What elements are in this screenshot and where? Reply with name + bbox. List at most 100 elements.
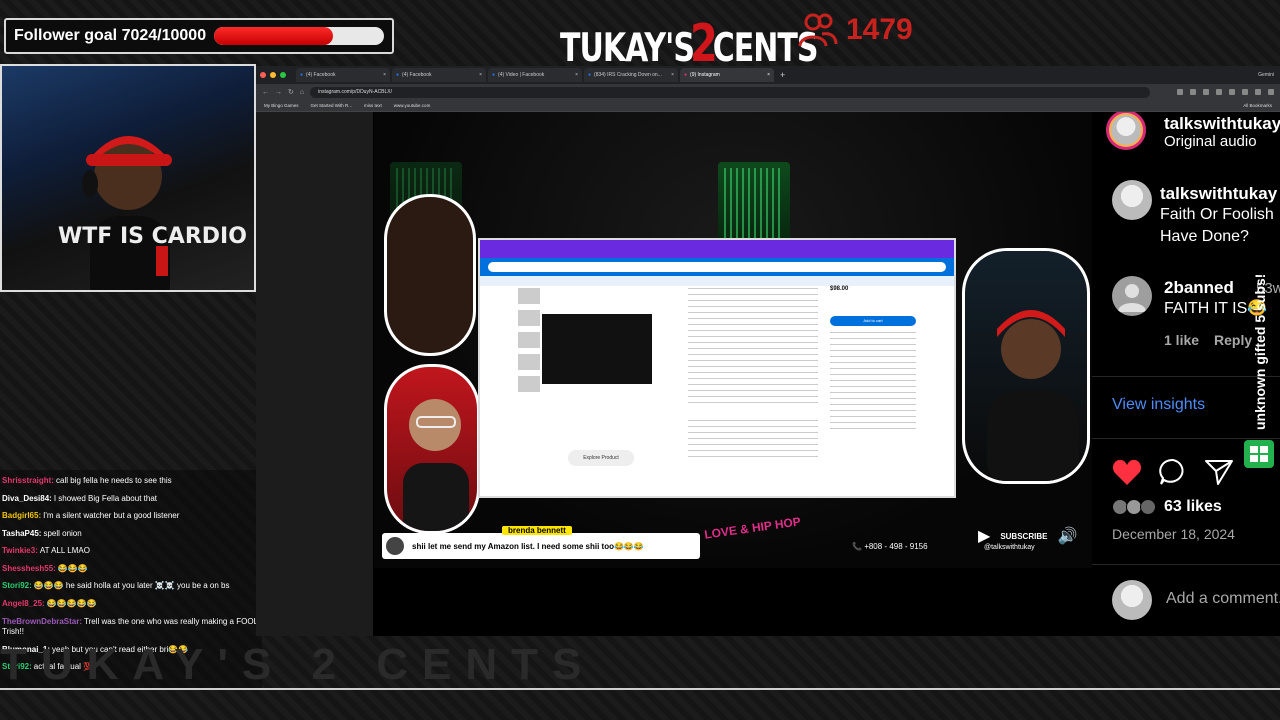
reel-player[interactable]: Explore Product $98.00 Add to cart brend…: [374, 112, 1092, 636]
reel-video[interactable]: Explore Product $98.00 Add to cart brend…: [374, 112, 1092, 568]
view-insights-link[interactable]: View insights: [1112, 396, 1205, 414]
screenshot-tabbar: [480, 240, 954, 258]
instagram-left-pane: [256, 112, 373, 636]
chat-username[interactable]: Angel8_25:: [2, 599, 45, 608]
download-icon[interactable]: [1242, 89, 1248, 95]
close-tab-icon[interactable]: ×: [575, 72, 578, 78]
audio-label[interactable]: Original audio: [1164, 131, 1257, 153]
url-field[interactable]: instagram.com/p/DDuyN-ACBLX/: [310, 86, 1151, 98]
logo-left-text: TUKAY'S: [560, 25, 695, 72]
browser-tab[interactable]: ● (9) Instagram ×: [680, 68, 774, 82]
gemini-button[interactable]: Gemini: [1258, 72, 1274, 78]
extension-icon[interactable]: [1216, 89, 1222, 95]
viewers-icon: [798, 13, 838, 47]
chat-username[interactable]: Stori92:: [2, 581, 32, 590]
product-thumbnails: [518, 288, 540, 398]
share-icon[interactable]: [1204, 458, 1234, 486]
chat-text: I showed Big Fella about that: [53, 493, 157, 503]
instagram-page: Explore Product $98.00 Add to cart brend…: [256, 112, 1280, 636]
chat-username[interactable]: Diva_Desi84:: [2, 494, 52, 503]
follower-goal-label: Follower goal 7024/10000: [14, 27, 207, 44]
host-silhouette: [987, 310, 1079, 481]
minimize-window-icon[interactable]: [270, 72, 276, 78]
post-user-avatar[interactable]: [1112, 180, 1152, 220]
caption-username: brenda bennett: [502, 526, 572, 535]
volume-icon[interactable]: 🔊: [1057, 526, 1077, 546]
chat-username[interactable]: Twinkie3:: [2, 546, 38, 555]
guest-video-top: [384, 194, 476, 356]
extension-icon[interactable]: [1229, 89, 1235, 95]
bookmark-item[interactable]: www.youtube.com: [394, 103, 431, 108]
webcam-feed: WTF IS CARDIO: [0, 64, 256, 292]
menu-icon[interactable]: [1268, 89, 1274, 95]
commenter-avatar[interactable]: [1112, 276, 1152, 316]
chat-username[interactable]: Badgirl65:: [2, 511, 41, 520]
bottom-border: [0, 688, 1280, 690]
browser-tab[interactable]: ● (4) Facebook ×: [296, 68, 390, 82]
close-tab-icon[interactable]: ×: [767, 72, 770, 78]
close-window-icon[interactable]: [260, 72, 266, 78]
bookmark-item[interactable]: miss text: [364, 103, 382, 108]
browser-tab[interactable]: ● (834) IRS Cracking Down on... ×: [584, 68, 678, 82]
post-date: December 18, 2024: [1112, 526, 1235, 542]
reply-button[interactable]: Reply: [1214, 332, 1252, 348]
chat-username[interactable]: TheBrownDebraStar:: [2, 617, 82, 626]
screenshot-nav: [480, 258, 954, 276]
home-icon[interactable]: ⌂: [300, 89, 304, 96]
new-tab-button[interactable]: +: [776, 70, 789, 80]
chat-text: 😂😂😂 he said holla at you later ☠️☠️ you …: [33, 581, 230, 590]
heart-icon[interactable]: [1112, 458, 1142, 486]
chat-message: Angel8_25: 😂😂😂😂😂: [2, 595, 260, 613]
caption-avatar: [386, 537, 404, 555]
default-avatar-icon: [1118, 284, 1146, 312]
divider: [1092, 564, 1280, 565]
viewer-count: 1479: [798, 12, 913, 48]
chat-message: Shrisstraight: call big fella he needs to…: [2, 472, 260, 490]
guest-video-bottom: [384, 364, 480, 534]
chat-username[interactable]: Shrisstraight:: [2, 476, 54, 485]
maximize-window-icon[interactable]: [280, 72, 286, 78]
window-controls: [260, 72, 286, 78]
author-avatar[interactable]: [1106, 112, 1146, 150]
forward-icon[interactable]: →: [275, 89, 282, 96]
bookmark-star-icon[interactable]: [1190, 89, 1196, 95]
close-tab-icon[interactable]: ×: [383, 72, 386, 78]
chat-username[interactable]: TashaP45:: [2, 529, 41, 538]
tab-favicon-icon: ●: [588, 72, 592, 78]
subscribe-label[interactable]: SUBSCRIBE: [1000, 532, 1047, 541]
stream-layout: Follower goal 7024/10000 TUKAY'S2CENTS 1…: [0, 0, 1280, 720]
bookmark-item[interactable]: My Bingo Games: [264, 103, 299, 108]
all-bookmarks[interactable]: All Bookmarks: [1243, 103, 1272, 108]
stream-logo: TUKAY'S2CENTS: [560, 14, 818, 74]
browser-tab[interactable]: ● (4) Facebook ×: [392, 68, 486, 82]
comment-likes[interactable]: 1 like: [1164, 332, 1199, 348]
follower-goal: Follower goal 7024/10000: [4, 18, 394, 54]
tab-favicon-icon: ●: [300, 72, 304, 78]
product-details-text: [688, 288, 818, 408]
back-icon[interactable]: ←: [262, 89, 269, 96]
extension-icon[interactable]: [1203, 89, 1209, 95]
walmart-screenshot: Explore Product $98.00 Add to cart: [478, 238, 956, 498]
show-logo: LOVE & HIP HOP: [703, 514, 802, 542]
tab-favicon-icon: ●: [492, 72, 496, 78]
comment-caption: brenda bennett shii let me send my Amazo…: [382, 526, 700, 559]
screenshot-subnav: [480, 276, 954, 286]
comment-icon[interactable]: [1158, 458, 1188, 486]
extension-icon[interactable]: [1177, 89, 1183, 95]
phone-number-text: +808 - 498 - 9156: [864, 542, 928, 551]
chat-username[interactable]: Shesshesh55:: [2, 564, 56, 573]
play-icon[interactable]: ▶: [978, 526, 990, 546]
close-tab-icon[interactable]: ×: [479, 72, 482, 78]
host-video: [962, 248, 1090, 484]
add-comment-input[interactable]: Add a comment...: [1166, 590, 1280, 608]
close-tab-icon[interactable]: ×: [671, 72, 674, 78]
tab-label: (4) Video | Facebook: [498, 72, 545, 78]
bookmark-item[interactable]: Get Started With R...: [311, 103, 353, 108]
browser-tab[interactable]: ● (4) Video | Facebook ×: [488, 68, 582, 82]
post-username[interactable]: talkswithtukay: [1160, 184, 1277, 204]
likes-count[interactable]: 63 likes: [1164, 498, 1222, 516]
commenter-username[interactable]: 2banned: [1164, 278, 1234, 298]
reload-icon[interactable]: ↻: [288, 88, 294, 96]
profile-icon[interactable]: [1255, 89, 1261, 95]
product-price: $98.00: [830, 286, 849, 292]
